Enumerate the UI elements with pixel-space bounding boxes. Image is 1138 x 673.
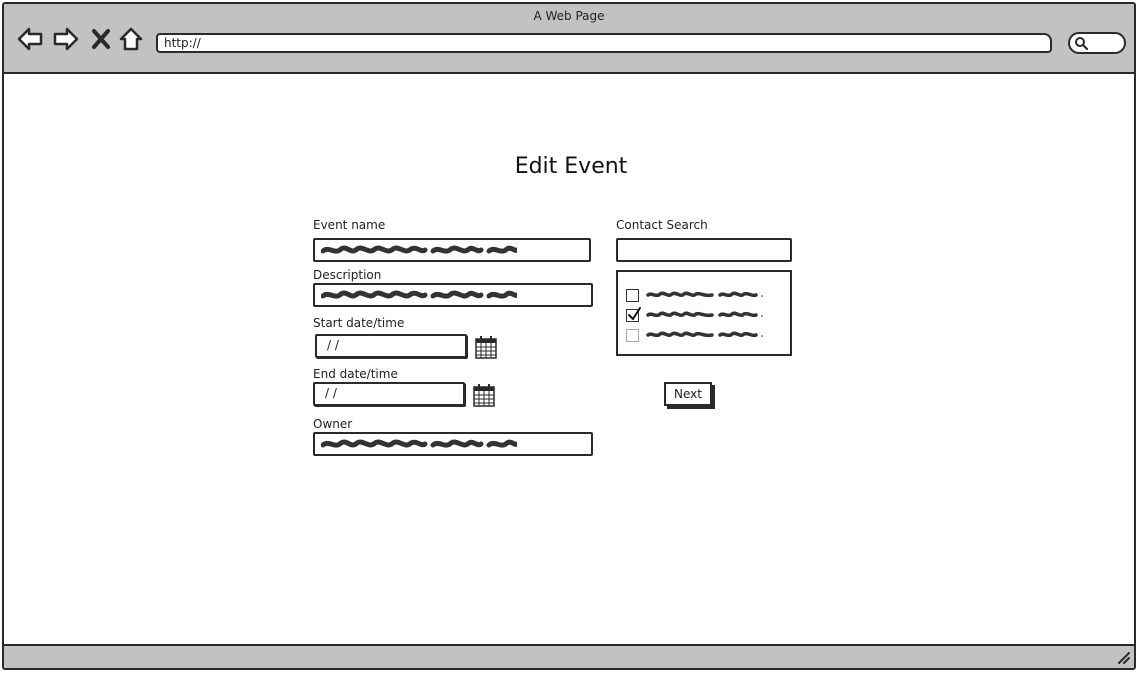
owner-label: Owner	[313, 417, 353, 431]
redacted-text	[321, 245, 517, 254]
contact-checkbox-disabled	[626, 329, 639, 342]
back-arrow-icon[interactable]	[16, 26, 44, 52]
event-name-input[interactable]	[313, 238, 591, 262]
browser-toolbar: A Web Page http://	[4, 4, 1134, 74]
start-datetime-input[interactable]: / /	[315, 334, 467, 358]
contact-search-label: Contact Search	[616, 218, 708, 232]
description-label: Description	[313, 268, 382, 282]
redacted-text	[321, 290, 517, 299]
start-datetime-value: / /	[327, 338, 339, 352]
browser-search-input[interactable]	[1068, 32, 1126, 54]
next-button[interactable]: Next	[664, 382, 712, 406]
redacted-text	[646, 311, 763, 318]
status-bar	[4, 644, 1134, 668]
calendar-icon[interactable]	[474, 334, 498, 360]
start-datetime-label: Start date/time	[313, 316, 405, 330]
owner-input[interactable]	[313, 432, 593, 456]
url-input[interactable]: http://	[156, 33, 1052, 53]
page-title: Edit Event	[514, 154, 628, 179]
forward-arrow-icon[interactable]	[52, 26, 80, 52]
contact-checkbox-checked[interactable]	[626, 307, 641, 322]
event-name-label: Event name	[313, 218, 386, 232]
description-input[interactable]	[313, 283, 593, 307]
window-title: A Web Page	[533, 9, 605, 23]
calendar-icon[interactable]	[472, 382, 496, 408]
close-x-icon[interactable]	[90, 26, 112, 52]
end-datetime-value: / /	[325, 386, 337, 400]
browser-window: A Web Page http:// Edit Event Event name	[2, 2, 1136, 670]
resize-grip-icon[interactable]	[1116, 650, 1130, 664]
redacted-text	[321, 439, 517, 448]
contact-list-item[interactable]	[626, 327, 776, 343]
checkmark-icon	[628, 307, 641, 320]
contact-search-input[interactable]	[616, 238, 792, 262]
redacted-text	[646, 331, 763, 338]
contact-checkbox[interactable]	[626, 289, 639, 302]
search-icon	[1075, 37, 1088, 50]
contact-list	[616, 270, 792, 356]
contact-list-item[interactable]	[626, 307, 776, 323]
contact-list-item[interactable]	[626, 287, 776, 303]
end-datetime-input[interactable]: / /	[313, 382, 465, 406]
redacted-text	[646, 291, 763, 298]
end-datetime-label: End date/time	[313, 367, 398, 381]
home-icon[interactable]	[118, 26, 144, 52]
